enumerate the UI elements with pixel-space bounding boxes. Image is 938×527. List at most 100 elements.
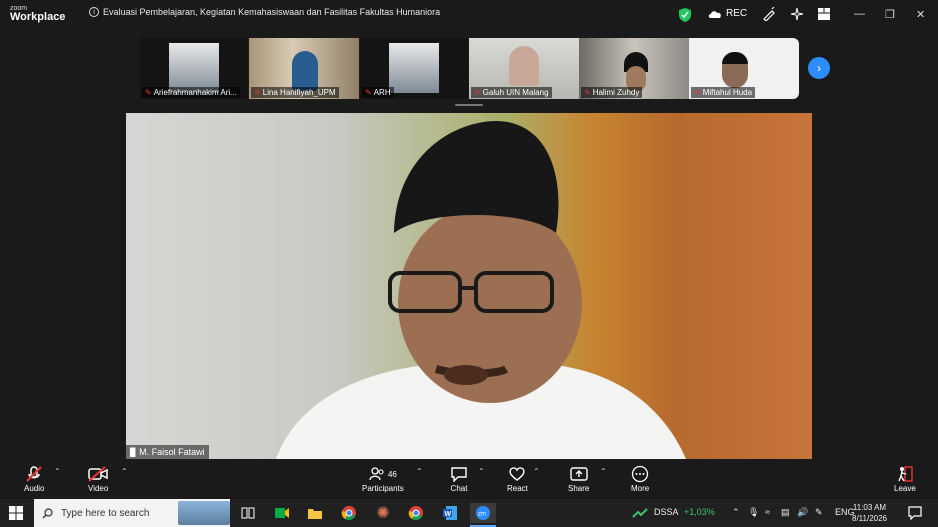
speaker-figure [276,121,686,459]
wifi-icon[interactable]: ≈ [765,507,770,517]
mic-off-icon: ✎ [474,88,481,97]
participants-button[interactable]: 46 Participants [362,464,404,493]
info-icon[interactable]: i [89,7,99,17]
next-page-button[interactable]: › [808,57,830,79]
apps-grid-icon[interactable] [817,7,831,21]
strip-scroll-indicator[interactable] [455,104,483,106]
video-options-caret[interactable]: ⌃ [121,467,128,476]
participant-name: Halimi Zuhdy [592,88,640,97]
speaker-name: M. Faisol Fatawi [139,447,205,457]
meeting-title: Evaluasi Pembelajaran, Kegiatan Kemahasi… [103,7,441,17]
participant-video [292,51,318,91]
minimize-button[interactable]: — [854,8,865,20]
audio-label: Audio [24,484,45,493]
participant-hair [722,52,748,64]
task-view-icon[interactable] [238,503,258,523]
notification-icon[interactable] [908,506,922,520]
chat-label: Chat [450,484,468,493]
video-label: Video [88,484,109,493]
chevron-up-icon[interactable]: ⌃ [732,507,740,518]
microphone-icon[interactable]: 🎙 [748,507,759,518]
participant-thumb[interactable]: ✎ Lina Hanifiyah_UPM [249,38,359,99]
search-icon [42,507,53,518]
clock-date: 8/11/2026 [852,514,887,523]
stock-name[interactable]: DSSA [654,507,679,517]
taskbar-search[interactable]: Type here to search [34,499,230,527]
annotate-icon[interactable] [762,7,776,21]
video-button[interactable]: Video [88,464,108,493]
speaker-name-label: ▉ M. Faisol Fatawi [126,445,209,459]
mic-off-icon: ✎ [584,88,591,97]
chat-button[interactable]: Chat [450,464,468,493]
participant-thumb[interactable]: ✎ Galuh UIN Malang [469,38,579,99]
logo-workplace-text: Workplace [10,11,66,23]
claude-app-icon[interactable]: ✺ [373,503,393,523]
zoom-taskbar-icon[interactable]: zm [470,503,496,523]
signal-strength-icon: ▉ [130,447,137,457]
leave-label: Leave [894,484,916,493]
volume-icon[interactable]: 🔊 [797,507,808,518]
rec-label: REC [726,8,748,19]
cloud-icon [708,10,721,18]
react-button[interactable]: React [507,464,528,493]
svg-text:W: W [445,511,452,518]
participants-options-caret[interactable]: ⌃ [416,467,423,476]
share-label: Share [568,484,590,493]
battery-icon[interactable]: ▤ [781,507,790,518]
recording-indicator[interactable]: REC [708,8,747,19]
meeting-info[interactable]: i Evaluasi Pembelajaran, Kegiatan Kemaha… [89,7,440,17]
more-label: More [631,484,650,493]
leave-icon [898,466,913,482]
meet-app-icon[interactable] [272,503,292,523]
participant-name: Lina Hanifiyah_UPM [262,88,336,97]
mic-off-icon: ✎ [145,88,152,97]
meeting-toolbar: Audio ⌃ Video ⌃ 46 Participants ⌃ Chat ⌃… [0,459,938,499]
windows-start-icon[interactable] [9,506,23,520]
mic-off-icon: ✎ [365,88,372,97]
audio-options-caret[interactable]: ⌃ [54,467,61,476]
more-button[interactable]: More [631,464,649,493]
participant-video [509,46,539,86]
heart-icon [509,467,526,481]
participant-thumb[interactable]: ✎ Halimi Zuhdy [579,38,689,99]
shield-icon[interactable] [678,7,692,23]
chrome-icon[interactable] [339,503,359,523]
participant-thumb[interactable]: ✎ ARH [360,38,468,99]
stock-trend-icon [632,508,648,518]
sparkle-icon[interactable] [790,7,804,21]
close-button[interactable]: ✕ [916,8,925,21]
react-options-caret[interactable]: ⌃ [533,467,540,476]
avatar [169,43,219,93]
mic-off-icon: ✎ [254,88,261,97]
react-label: React [507,484,528,493]
file-explorer-icon[interactable] [305,503,325,523]
participants-label: Participants [362,484,404,493]
participant-thumb[interactable]: ✎ Miftahul Huda [689,38,799,99]
participant-name: ARH [373,88,391,97]
participant-name: Miftahul Huda [702,88,753,97]
video-off-icon [88,466,108,482]
os-taskbar: Type here to search ✺ W zm DSSA +1,03% ⌃… [0,499,938,527]
leave-button[interactable]: Leave [894,464,916,493]
share-screen-icon [569,467,588,481]
audio-button[interactable]: Audio [24,464,44,493]
share-button[interactable]: Share [568,464,589,493]
chevron-right-icon: › [817,61,821,75]
search-placeholder: Type here to search [61,507,150,519]
chat-options-caret[interactable]: ⌃ [478,467,485,476]
participant-thumb[interactable]: ✎ Ariefrahmanhakim Ari... [140,38,248,99]
svg-text:zm: zm [478,512,486,518]
mic-off-icon: ✎ [694,88,701,97]
app-logo: zoom Workplace [10,5,65,23]
stock-change: +1,03% [684,507,715,517]
participant-name: Galuh UIN Malang [482,88,549,97]
clock[interactable]: 11:03 AM 8/11/2026 [852,502,887,524]
restore-button[interactable]: ❐ [885,8,895,21]
chrome-profile-icon[interactable] [406,503,426,523]
share-options-caret[interactable]: ⌃ [600,467,607,476]
pen-icon[interactable]: ✎ [815,507,823,518]
active-speaker-video[interactable]: ▉ M. Faisol Fatawi [126,113,812,459]
title-bar: zoom Workplace i Evaluasi Pembelajaran, … [0,0,938,30]
word-icon[interactable]: W [440,503,460,523]
more-dots-icon [631,465,649,483]
